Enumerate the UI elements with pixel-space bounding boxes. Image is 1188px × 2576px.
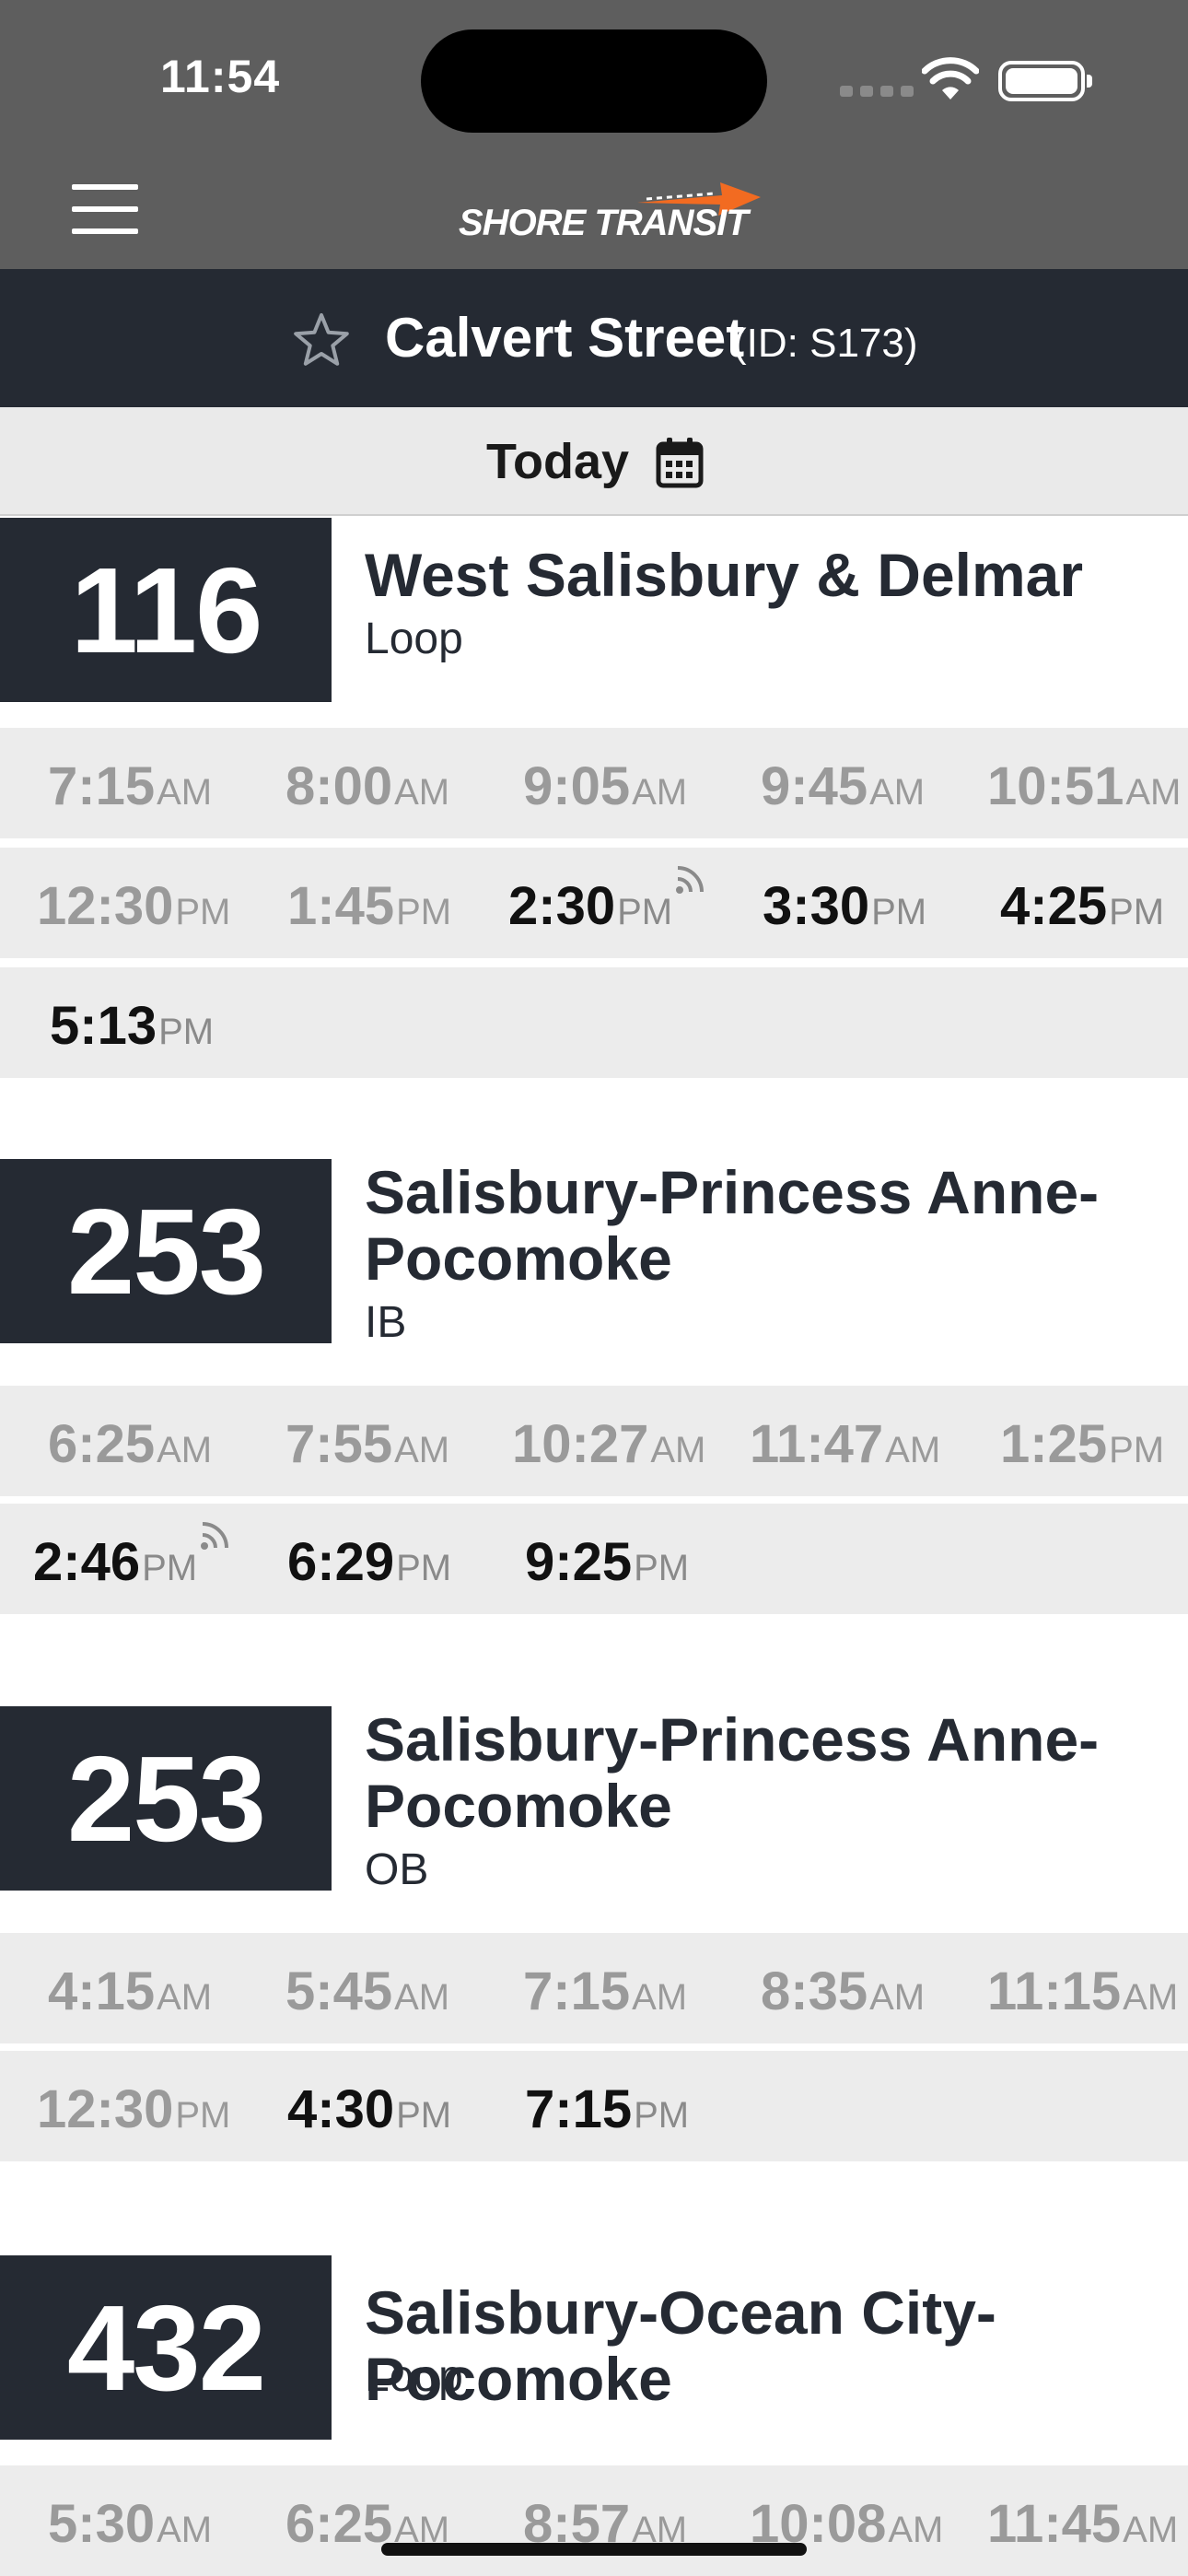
times-row: 4:15AM 5:45AM 7:15AM 8:35AM 11:15AM <box>0 1933 1188 2043</box>
departure-time[interactable]: 1:25PM <box>1000 1413 1188 1475</box>
stop-id: (ID: S173) <box>733 321 918 366</box>
wifi-icon <box>922 57 979 100</box>
calendar-icon[interactable] <box>656 437 704 488</box>
times-row: 7:15AM 8:00AM 9:05AM 9:45AM 10:51AM <box>0 728 1188 838</box>
home-indicator[interactable] <box>381 2543 807 2556</box>
departure-time[interactable]: 7:55AM <box>285 1413 516 1475</box>
route-direction: OB <box>365 1845 429 1894</box>
departure-time[interactable]: 12:30PM <box>37 2078 267 2140</box>
departure-time[interactable]: 10:27AM <box>512 1413 742 1475</box>
departure-time[interactable]: 2:30PM <box>508 866 739 937</box>
date-label[interactable]: Today <box>486 433 629 490</box>
departure-time[interactable]: 11:47AM <box>750 1413 980 1475</box>
dynamic-island <box>421 29 767 133</box>
departure-time[interactable]: 10:51AM <box>987 755 1188 817</box>
departure-time[interactable]: 2:46PM <box>33 1522 263 1593</box>
times-row: 12:30PM 1:45PM 2:30PM 3:30PM 4:25PM <box>0 848 1188 958</box>
route-badge[interactable]: 253 <box>0 1159 332 1343</box>
route-direction: IB <box>365 1298 407 1347</box>
realtime-signal-icon <box>201 1522 229 1550</box>
times-row: 2:46PM 6:29PM 9:25PM <box>0 1504 1188 1614</box>
departure-time[interactable]: 5:45AM <box>285 1961 516 2022</box>
route-direction: Loop <box>365 615 463 663</box>
departure-time[interactable]: 6:25AM <box>48 1413 278 1475</box>
route-name: Salisbury-Ocean City-Pocomoke <box>365 2278 996 2413</box>
shore-transit-logo: SHORE TRANSIT <box>455 175 761 249</box>
departure-time[interactable]: 11:45AM <box>987 2493 1188 2555</box>
times-row: 6:25AM 7:55AM 10:27AM 11:47AM 1:25PM <box>0 1386 1188 1496</box>
route-name: West Salisbury & Delmar <box>365 541 1084 609</box>
departure-time[interactable]: 5:13PM <box>50 995 280 1057</box>
departure-time[interactable]: 9:45AM <box>761 755 991 817</box>
departure-time[interactable]: 8:35AM <box>761 1961 991 2022</box>
route-badge[interactable]: 116 <box>0 518 332 702</box>
departure-time[interactable]: 11:15AM <box>987 1961 1188 2022</box>
logo-text: SHORE TRANSIT <box>459 203 749 243</box>
times-row: 12:30PM 4:30PM 7:15PM <box>0 2051 1188 2161</box>
departure-time[interactable]: 4:30PM <box>287 2078 518 2140</box>
stop-name: Calvert Street <box>385 307 745 369</box>
departure-time[interactable]: 7:15AM <box>523 1961 753 2022</box>
route-badge[interactable]: 432 <box>0 2255 332 2440</box>
route-name: Salisbury-Princess Anne-Pocomoke <box>365 1158 1100 1293</box>
departure-time[interactable]: 7:15PM <box>525 2078 755 2140</box>
hamburger-menu-icon[interactable] <box>72 184 138 236</box>
route-badge[interactable]: 253 <box>0 1706 332 1891</box>
departure-time[interactable]: 6:29PM <box>287 1531 518 1593</box>
departure-time[interactable]: 8:00AM <box>285 755 516 817</box>
departure-time[interactable]: 3:30PM <box>763 875 993 937</box>
departure-time[interactable]: 4:15AM <box>48 1961 278 2022</box>
battery-icon <box>998 61 1092 101</box>
favorite-star-icon[interactable] <box>293 311 350 367</box>
cellular-signal-icon <box>840 85 921 101</box>
departure-time[interactable]: 1:45PM <box>287 875 518 937</box>
departure-time[interactable]: 12:30PM <box>37 875 267 937</box>
route-name: Salisbury-Princess Anne-Pocomoke <box>365 1705 1100 1840</box>
times-row: 5:13PM <box>0 967 1188 1078</box>
departure-time[interactable]: 5:30AM <box>48 2493 278 2555</box>
route-direction: Loop <box>365 2352 463 2401</box>
departure-time[interactable]: 7:15AM <box>48 755 278 817</box>
times-row: 5:30AM 6:25AM 8:57AM 10:08AM 11:45AM <box>0 2465 1188 2576</box>
departure-time[interactable]: 9:05AM <box>523 755 753 817</box>
departure-time[interactable]: 4:25PM <box>1000 875 1188 937</box>
realtime-signal-icon <box>676 866 705 894</box>
status-time: 11:54 <box>160 51 281 102</box>
departure-time[interactable]: 9:25PM <box>525 1531 755 1593</box>
